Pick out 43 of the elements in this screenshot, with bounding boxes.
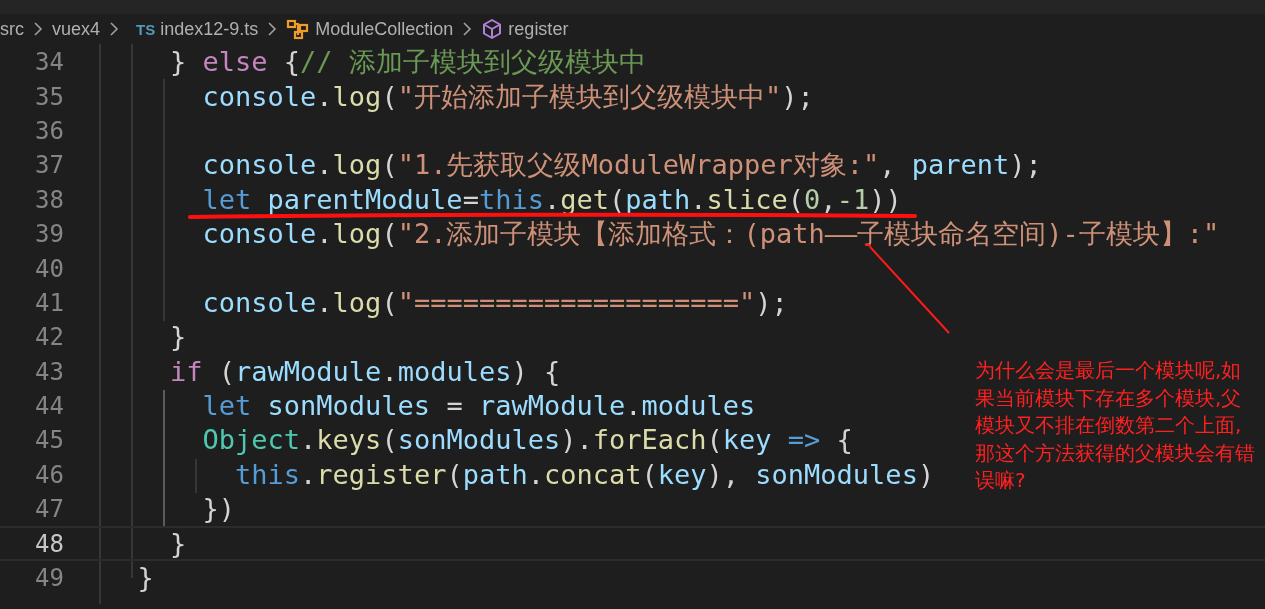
class-icon: [286, 18, 311, 40]
line-number: 44: [34, 392, 64, 421]
cube-icon: [481, 18, 504, 40]
breadcrumb-item[interactable]: src: [0, 18, 24, 40]
line-number: 37: [34, 151, 64, 180]
annotation-text: 为什么会是最后一个模块呢,如果当前模块下存在多个模块,父模块又不排在倒数第二个上面,那这个方法获得的父模块会有错误嘛?: [975, 357, 1256, 494]
breadcrumb-item[interactable]: index12-9.ts: [160, 18, 259, 40]
line-number: 43: [34, 357, 64, 386]
chevron-icon: [33, 21, 43, 37]
line-number: 48: [34, 529, 64, 558]
code-line: console.log("1.先获取父级ModuleWrapper对象:", parent);: [201, 152, 1042, 179]
breadcrumb-item[interactable]: register: [508, 18, 569, 40]
code-line: }: [136, 565, 154, 592]
code-line: let parentModule=this.get(path.slice(0,-1)): [201, 186, 902, 213]
line-number: 41: [34, 288, 64, 317]
code-line: }): [201, 496, 236, 523]
line-number: 45: [34, 426, 64, 455]
code-line: } else {// 添加子模块到父级模块中: [169, 49, 646, 76]
line-number: 39: [34, 220, 64, 249]
file-type-label: TS: [136, 20, 156, 38]
code-line: }: [169, 324, 187, 351]
line-number: 42: [34, 323, 64, 352]
code-line: Object.keys(sonModules).forEach(key => {: [201, 427, 853, 454]
line-number: 35: [34, 82, 64, 111]
code-line: this.register(path.concat(key), sonModules): [234, 461, 935, 488]
line-number: 34: [34, 48, 64, 77]
line-number: 36: [34, 116, 64, 145]
line-number: 40: [34, 254, 64, 283]
chevron-icon: [462, 21, 473, 37]
code-line: let sonModules = rawModule.modules: [201, 393, 756, 420]
line-number: 47: [34, 495, 64, 524]
code-line: console.log("====================");: [201, 289, 788, 316]
code-line: }: [169, 530, 187, 557]
code-line: console.log("开始添加子模块到父级模块中");: [201, 83, 814, 110]
chevron-icon: [109, 21, 120, 37]
chevron-icon: [267, 21, 278, 37]
code-line: console.log("2.添加子模块【添加格式：(path——子模块命名空间)-子模块】:": [201, 221, 1220, 248]
breadcrumb-item[interactable]: ModuleCollection: [315, 18, 454, 40]
line-number: 38: [34, 185, 64, 214]
line-number: 49: [34, 564, 64, 593]
breadcrumb-item[interactable]: vuex4: [52, 18, 101, 40]
line-number: 46: [34, 460, 64, 489]
code-line: if (rawModule.modules) {: [169, 358, 561, 385]
